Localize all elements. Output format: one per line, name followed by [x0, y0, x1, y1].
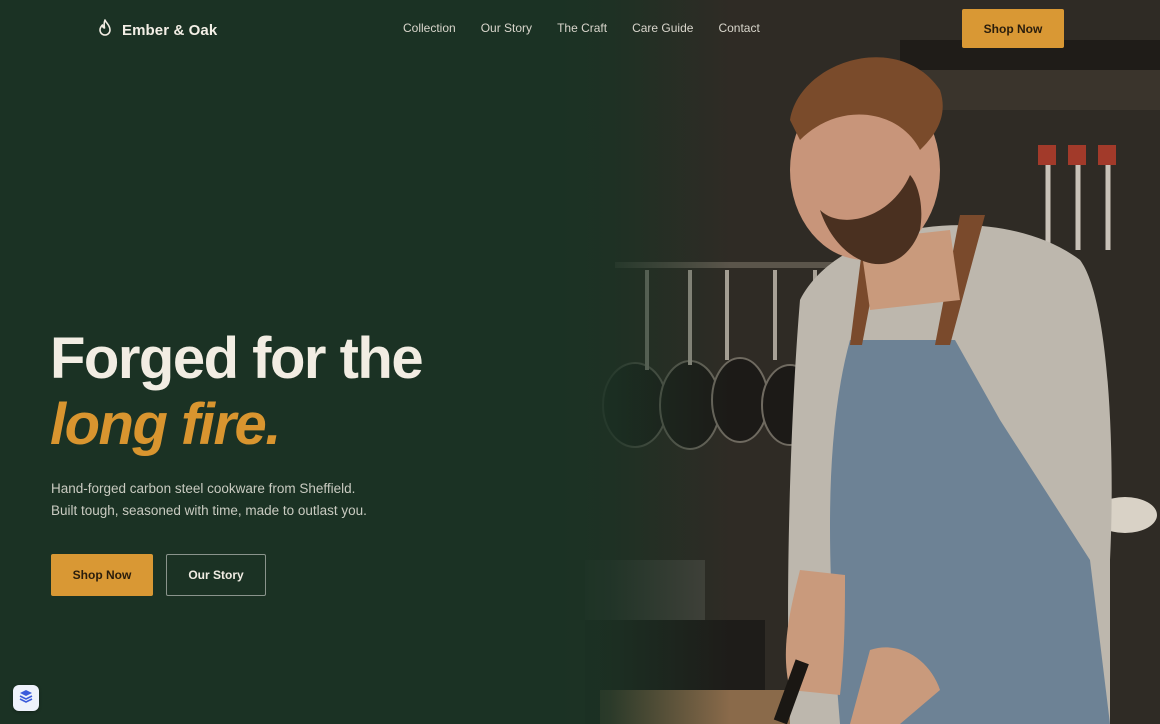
hero-fade — [560, 0, 730, 724]
brand-name: Ember & Oak — [122, 22, 218, 39]
nav-collection[interactable]: Collection — [403, 21, 456, 35]
site-header: Ember & Oak Collection Our Story The Cra… — [0, 0, 1160, 58]
subtitle-line-1: Hand-forged carbon steel cookware from S… — [51, 481, 356, 496]
flame-icon — [96, 18, 114, 43]
headline-line: Forged for the — [50, 326, 424, 391]
nav-the-craft[interactable]: The Craft — [557, 21, 607, 35]
hero-subtitle: Hand-forged carbon steel cookware from S… — [51, 478, 367, 522]
header-shop-now-button[interactable]: Shop Now — [962, 9, 1064, 48]
floating-widget-button[interactable] — [13, 685, 39, 711]
subtitle-line-2: Built tough, seasoned with time, made to… — [51, 503, 367, 518]
brand-logo[interactable]: Ember & Oak — [96, 18, 217, 43]
main-nav: Collection Our Story The Craft Care Guid… — [403, 21, 760, 35]
hero-shop-now-button[interactable]: Shop Now — [51, 554, 153, 596]
hero-our-story-button[interactable]: Our Story — [166, 554, 266, 596]
nav-care-guide[interactable]: Care Guide — [632, 21, 693, 35]
nav-contact[interactable]: Contact — [718, 21, 759, 35]
hero-headline: Forged for the long fire. — [50, 326, 424, 458]
layers-icon — [19, 689, 33, 708]
headline-accent: long fire. — [50, 392, 281, 457]
nav-our-story[interactable]: Our Story — [481, 21, 532, 35]
